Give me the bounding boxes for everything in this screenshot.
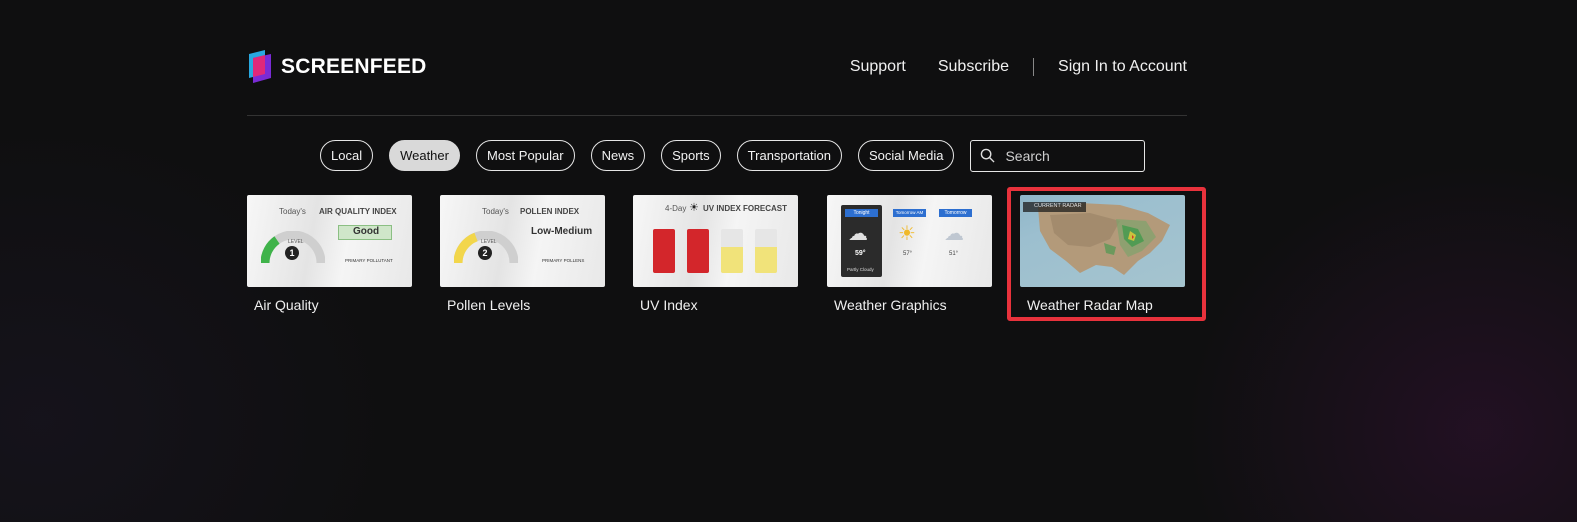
card-title: Air Quality [254,297,319,313]
brand-name: SCREENFEED [281,55,427,78]
card-title: Pollen Levels [447,297,531,313]
sign-in-link[interactable]: Sign In to Account [1058,58,1187,76]
search-input[interactable] [1003,146,1138,165]
card-title: Weather Graphics [834,297,947,313]
partly-sunny-icon: ☀ [898,223,916,245]
cloud-icon: ☁ [848,223,868,245]
search-icon [981,148,996,163]
card-uv-index[interactable]: 4-Day ☀ UV INDEX FORECAST UV Index [633,195,798,313]
filter-transportation[interactable]: Transportation [736,140,843,171]
top-header: SCREENFEED Support Subscribe Sign In to … [247,46,1187,88]
card-air-quality[interactable]: Today's AIR QUALITY INDEX Good LEVEL 1 P… [247,195,412,313]
weather-graphics-thumbnail: Tonight ☁ 59° Partly Cloudy Tomorrow AM … [827,195,992,287]
brand-logo[interactable]: SCREENFEED [247,50,427,84]
subscribe-link[interactable]: Subscribe [938,58,1009,76]
air-quality-thumbnail: Today's AIR QUALITY INDEX Good LEVEL 1 P… [247,195,412,287]
filter-sports[interactable]: Sports [661,140,721,171]
uv-index-thumbnail: 4-Day ☀ UV INDEX FORECAST [633,195,798,287]
rain-cloud-icon: ☁ [944,223,964,245]
card-weather-radar-map[interactable]: CURRENT RADAR Weather Radar Map [1020,195,1185,313]
category-filters: Local Weather Most Popular News Sports T… [320,139,1146,172]
radar-map-thumbnail: CURRENT RADAR [1020,195,1185,287]
filter-news[interactable]: News [590,140,646,171]
screenfeed-logo-icon [249,50,271,83]
card-weather-graphics[interactable]: Tonight ☁ 59° Partly Cloudy Tomorrow AM … [827,195,992,313]
header-divider [247,115,1187,116]
sun-icon: ☀ [689,202,699,214]
support-link[interactable]: Support [850,58,906,76]
filter-most-popular[interactable]: Most Popular [475,140,575,171]
filter-weather[interactable]: Weather [389,140,460,171]
search-box[interactable] [970,139,1146,172]
pollen-thumbnail: Today's POLLEN INDEX Low-Medium LEVEL 2 … [440,195,605,287]
card-title: UV Index [640,297,698,313]
card-pollen-levels[interactable]: Today's POLLEN INDEX Low-Medium LEVEL 2 … [440,195,605,313]
top-nav: Support Subscribe Sign In to Account [850,58,1187,76]
filter-local[interactable]: Local [320,140,374,171]
filter-social-media[interactable]: Social Media [858,140,955,171]
nav-divider [1033,58,1035,76]
card-title: Weather Radar Map [1027,297,1153,313]
